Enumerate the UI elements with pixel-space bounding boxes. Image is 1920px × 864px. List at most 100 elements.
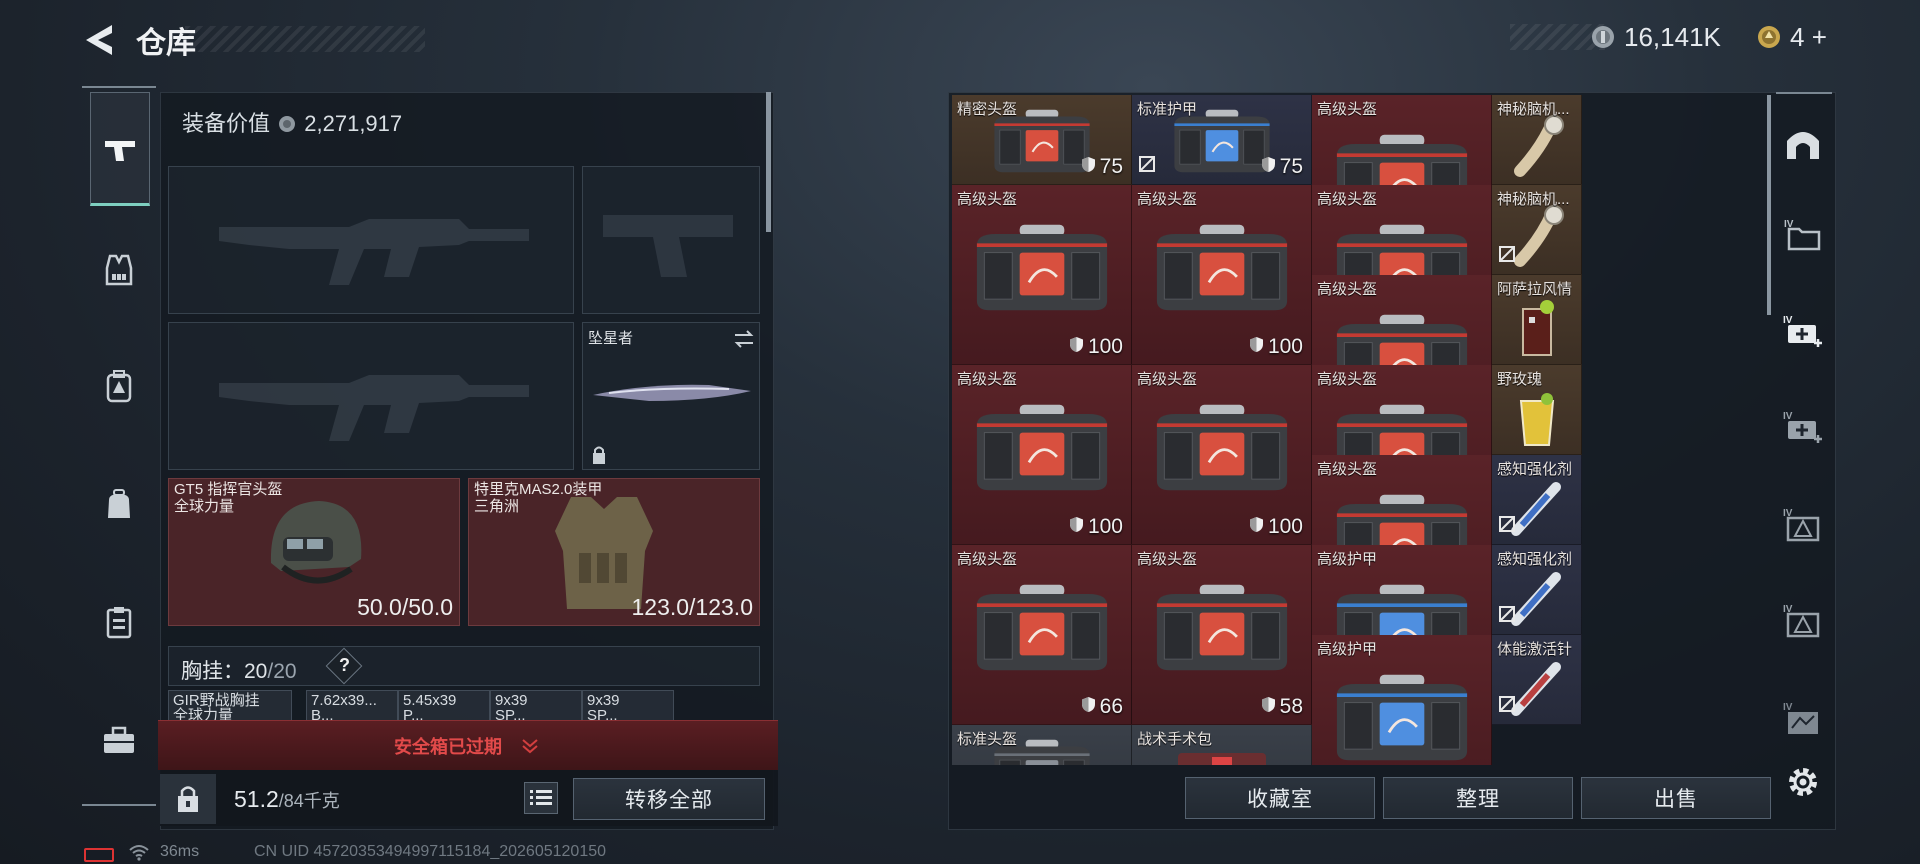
uid-text: CN UID 45720353494997115184_202605120150 bbox=[254, 843, 607, 860]
stash-item[interactable]: 高级头盔 100 bbox=[952, 365, 1132, 545]
item-name: 高级头盔 bbox=[1317, 281, 1378, 298]
stash-item[interactable]: 标准头盔 bbox=[952, 725, 1132, 765]
sort-button[interactable]: 整理 bbox=[1383, 777, 1573, 819]
item-durability: 75 bbox=[1261, 155, 1303, 179]
safebox-button[interactable] bbox=[160, 774, 216, 824]
item-name: 高级护甲 bbox=[1317, 551, 1378, 568]
stash-item[interactable]: 感知强化剂 bbox=[1492, 455, 1582, 545]
chest-rig-capacity: 胸挂：20/20 bbox=[181, 655, 297, 685]
folder-iv-icon[interactable]: IV bbox=[1780, 214, 1826, 254]
stash-item[interactable]: 神秘脑机... bbox=[1492, 95, 1582, 185]
item-name: 神秘脑机... bbox=[1497, 191, 1570, 208]
item-name: 标准护甲 bbox=[1137, 101, 1198, 118]
no-trade-icon bbox=[1498, 695, 1516, 718]
stash-item[interactable]: 标准护甲 75 bbox=[1132, 95, 1312, 185]
weight-readout: 51.2/84千克 bbox=[234, 786, 340, 813]
transfer-all-button[interactable]: 转移全部 bbox=[573, 778, 765, 820]
shield-icon bbox=[1081, 695, 1096, 719]
safebox-notice: 安全箱已过期 bbox=[394, 737, 502, 757]
item-name: 高级头盔 bbox=[1137, 551, 1198, 568]
helmet-slot[interactable]: GT5 指挥官头盔 全球力量 50.0/50.0 bbox=[168, 478, 460, 626]
list-view-button[interactable] bbox=[524, 782, 558, 814]
bag-icon[interactable] bbox=[97, 484, 141, 524]
settings-icon[interactable] bbox=[1780, 762, 1826, 802]
melee-slot[interactable]: 坠星者 bbox=[582, 322, 760, 470]
item-durability-value: 100 bbox=[1087, 515, 1123, 538]
stash-item[interactable]: 高级护甲 bbox=[1312, 635, 1492, 765]
item-name: 高级头盔 bbox=[1317, 461, 1378, 478]
left-nav-bottom-line bbox=[82, 804, 156, 806]
item-durability: 100 bbox=[1249, 335, 1303, 359]
safebox-lock-icon bbox=[178, 786, 198, 812]
stash-item[interactable]: 体能激活针 bbox=[1492, 635, 1582, 725]
pistol-icon bbox=[98, 130, 142, 170]
shield-icon bbox=[1261, 155, 1276, 179]
ping-value: 36ms bbox=[160, 843, 200, 860]
premium-currency[interactable]: 4 + bbox=[1790, 22, 1827, 53]
stash-item[interactable]: 战术手术包 bbox=[1132, 725, 1312, 765]
iv-add-2-icon[interactable]: IV bbox=[1780, 406, 1826, 446]
stash-item[interactable]: 高级头盔 58 bbox=[1132, 545, 1312, 725]
item-name: 神秘脑机... bbox=[1497, 101, 1570, 118]
wifi-icon bbox=[129, 845, 149, 861]
title-stripe bbox=[185, 26, 425, 52]
currency-value: 16,141K bbox=[1624, 22, 1721, 52]
backpack-icon[interactable] bbox=[97, 366, 141, 406]
stash-item[interactable]: 感知强化剂 bbox=[1492, 545, 1582, 635]
back-arrow-icon bbox=[86, 25, 112, 55]
item-durability-value: 75 bbox=[1279, 155, 1303, 178]
stash-item[interactable]: 高级头盔 100 bbox=[952, 185, 1132, 365]
back-button[interactable] bbox=[82, 22, 116, 58]
item-durability: 100 bbox=[1069, 515, 1123, 539]
iv-triangle-icon[interactable]: IV bbox=[1780, 504, 1826, 544]
chest-rig-bar[interactable]: 胸挂：20/20 ? bbox=[168, 646, 760, 686]
svg-text:IV: IV bbox=[1783, 702, 1793, 713]
iv-add-icon[interactable]: IV bbox=[1780, 310, 1826, 350]
arch-icon[interactable] bbox=[1780, 124, 1826, 164]
equipment-scrollbar[interactable] bbox=[766, 92, 771, 232]
clipboard-icon[interactable] bbox=[97, 602, 141, 642]
item-name: 战术手术包 bbox=[1137, 731, 1213, 748]
shield-icon bbox=[1081, 155, 1096, 179]
safebox-banner[interactable]: 安全箱已过期 bbox=[158, 720, 778, 770]
item-name: 标准头盔 bbox=[957, 731, 1018, 748]
item-durability-value: 100 bbox=[1267, 335, 1303, 358]
no-trade-icon bbox=[1498, 245, 1516, 268]
stash-item[interactable]: 野玫瑰 bbox=[1492, 365, 1582, 455]
rifle-silhouette-icon bbox=[219, 219, 529, 285]
swap-icon[interactable] bbox=[733, 329, 755, 349]
secondary-weapon-slot[interactable] bbox=[168, 322, 574, 470]
item-durability-value: 100 bbox=[1267, 515, 1303, 538]
item-name: 高级头盔 bbox=[1317, 101, 1378, 118]
item-name: 阿萨拉风情 bbox=[1497, 281, 1573, 298]
equipment-value-amount: 2,271,917 bbox=[304, 111, 403, 136]
premium-coin-icon bbox=[1757, 25, 1781, 49]
iv-map-icon[interactable]: IV bbox=[1780, 698, 1826, 738]
stash-item[interactable]: 高级头盔 66 bbox=[952, 545, 1132, 725]
stash-item[interactable]: 精密头盔 75 bbox=[952, 95, 1132, 185]
equipment-value-label: 装备价值 bbox=[182, 111, 271, 136]
item-name: 高级头盔 bbox=[1317, 371, 1378, 388]
bag-image bbox=[967, 581, 1117, 679]
stash-item[interactable]: 神秘脑机... bbox=[1492, 185, 1582, 275]
item-name: 野玫瑰 bbox=[1497, 371, 1543, 388]
svg-text:IV: IV bbox=[1783, 411, 1793, 422]
stash-scrollbar[interactable] bbox=[1767, 95, 1771, 315]
vest-icon[interactable] bbox=[97, 250, 141, 290]
pistol-slot[interactable] bbox=[582, 166, 760, 314]
item-durability: 100 bbox=[1069, 335, 1123, 359]
iv-triangle-2-icon[interactable]: IV bbox=[1780, 600, 1826, 640]
item-name: 精密头盔 bbox=[957, 101, 1018, 118]
toolbox-icon[interactable] bbox=[97, 720, 141, 760]
stash-item[interactable]: 高级头盔 100 bbox=[1132, 185, 1312, 365]
coin-icon bbox=[1591, 25, 1615, 49]
collection-button[interactable]: 收藏室 bbox=[1185, 777, 1375, 819]
sell-button[interactable]: 出售 bbox=[1581, 777, 1771, 819]
premium-plus: + bbox=[1811, 22, 1827, 52]
stash-item[interactable]: 阿萨拉风情 bbox=[1492, 275, 1582, 365]
primary-weapon-slot[interactable] bbox=[168, 166, 574, 314]
melee-name: 坠星者 bbox=[588, 330, 634, 347]
armor-slot[interactable]: 特里克MAS2.0装甲 三角洲 123.0/123.0 bbox=[468, 478, 760, 626]
stash-item[interactable]: 高级头盔 100 bbox=[1132, 365, 1312, 545]
chest-rig-current: 20 bbox=[244, 660, 268, 683]
